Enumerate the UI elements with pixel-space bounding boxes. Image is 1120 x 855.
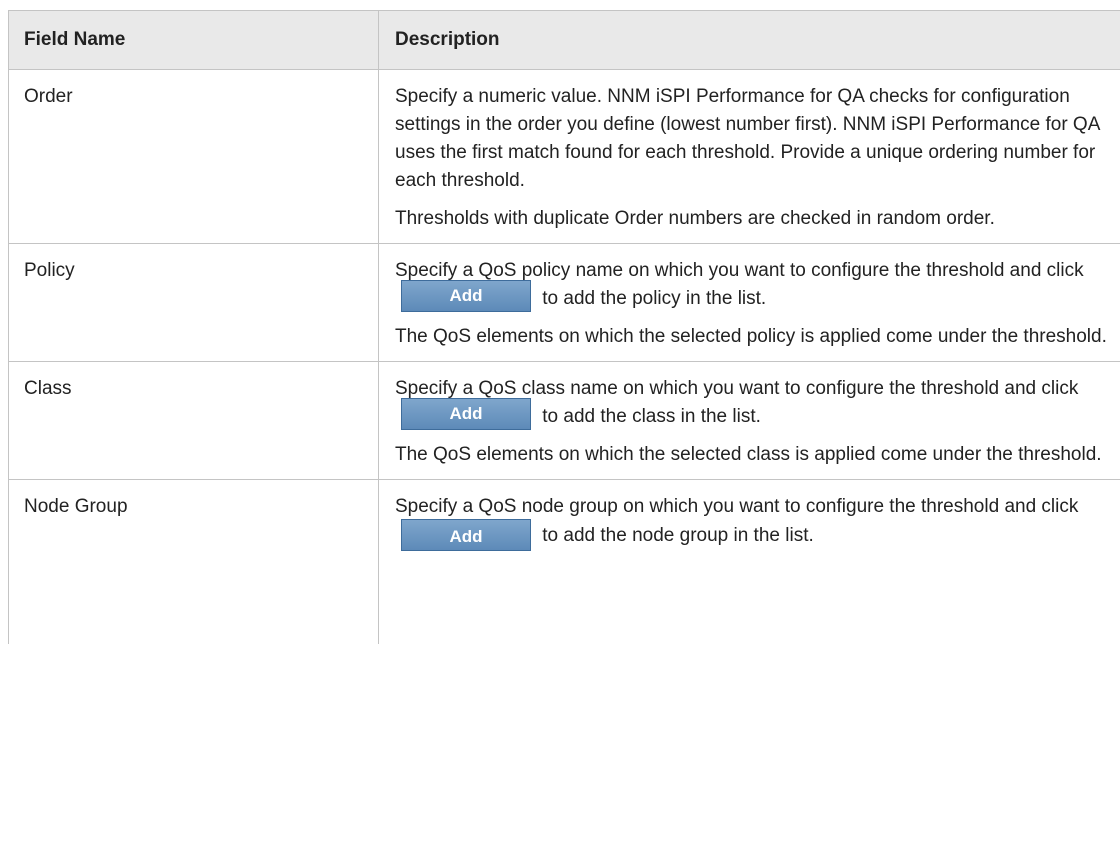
header-field-name: Field Name (8, 10, 379, 70)
add-button[interactable]: Add (401, 279, 531, 312)
description-cell: Specify a QoS policy name on which you w… (378, 243, 1120, 362)
description-text: to add the class in the list. (537, 406, 761, 427)
table-header-row: Field Name Description (8, 10, 1120, 70)
table-row: Node Group Specify a QoS node group on w… (8, 479, 1120, 644)
description-text: Specify a QoS node group on which you wa… (395, 496, 1079, 517)
table-row: Order Specify a numeric value. NNM iSPI … (8, 69, 1120, 244)
table-row: Class Specify a QoS class name on which … (8, 361, 1120, 480)
description-paragraph: Specify a QoS node group on which you wa… (395, 493, 1120, 551)
description-paragraph: Specify a numeric value. NNM iSPI Perfor… (395, 86, 1100, 191)
add-button[interactable]: Add (401, 519, 531, 551)
field-name-cell: Node Group (8, 479, 379, 644)
description-text: to add the policy in the list. (537, 288, 767, 309)
description-cell: Specify a numeric value. NNM iSPI Perfor… (378, 69, 1120, 244)
description-text: Specify a QoS class name on which you wa… (395, 378, 1079, 399)
description-cell: Specify a QoS node group on which you wa… (378, 479, 1120, 644)
description-paragraph: Specify a QoS policy name on which you w… (395, 257, 1120, 313)
field-description-table: Field Name Description Order Specify a n… (8, 10, 1120, 644)
header-description: Description (378, 10, 1120, 70)
add-button[interactable]: Add (401, 397, 531, 430)
field-name-cell: Class (8, 361, 379, 480)
description-paragraph: The QoS elements on which the selected p… (395, 326, 1107, 347)
description-text: to add the node group in the list. (537, 525, 814, 547)
description-paragraph: The QoS elements on which the selected c… (395, 444, 1102, 465)
description-paragraph: Thresholds with duplicate Order numbers … (395, 208, 995, 229)
table-row: Policy Specify a QoS policy name on whic… (8, 243, 1120, 362)
description-paragraph: Specify a QoS class name on which you wa… (395, 375, 1120, 431)
description-text: Specify a QoS policy name on which you w… (395, 260, 1084, 281)
field-name-cell: Order (8, 69, 379, 244)
field-name-cell: Policy (8, 243, 379, 362)
description-cell: Specify a QoS class name on which you wa… (378, 361, 1120, 480)
